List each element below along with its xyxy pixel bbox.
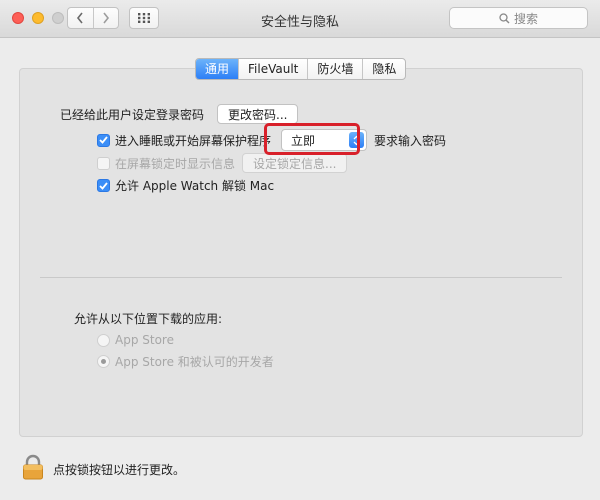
search-placeholder: 搜索 bbox=[513, 11, 538, 26]
apple-watch-label: 允许 Apple Watch 解锁 Mac bbox=[115, 179, 275, 193]
app-store-option[interactable]: App Store bbox=[97, 333, 174, 347]
tab-general[interactable]: 通用 bbox=[196, 59, 239, 79]
app-store-radio[interactable] bbox=[97, 333, 110, 347]
search-field[interactable]: 搜索 bbox=[449, 7, 588, 29]
require-password-label: 进入睡眠或开始屏幕保护程序 bbox=[115, 133, 272, 148]
change-password-button[interactable]: 更改密码... bbox=[217, 104, 299, 124]
show-message-label: 在屏幕锁定时显示信息 bbox=[115, 156, 236, 171]
show-message-checkbox[interactable] bbox=[97, 156, 110, 170]
password-label: 已经给此用户设定登录密码 bbox=[60, 107, 205, 122]
checkmark-icon bbox=[99, 136, 108, 144]
require-password-suffix: 要求输入密码 bbox=[374, 133, 447, 148]
apple-watch-checkbox[interactable] bbox=[97, 179, 110, 192]
title-bar: 安全性与隐私 搜索 bbox=[0, 0, 600, 38]
tab-privacy[interactable]: 隐私 bbox=[362, 59, 405, 79]
section-divider bbox=[40, 277, 562, 278]
require-password-checkbox[interactable] bbox=[97, 133, 110, 147]
tab-bar: 通用 FileVault 防火墙 隐私 bbox=[195, 58, 407, 80]
show-message-row: 在屏幕锁定时显示信息 设定锁定信息... bbox=[97, 153, 348, 173]
app-store-developers-radio[interactable] bbox=[97, 355, 110, 368]
lock-hint-text: 点按锁按钮以进行更改。 bbox=[53, 463, 186, 477]
app-store-developers-option[interactable]: App Store 和被认可的开发者 bbox=[97, 353, 274, 370]
app-store-developers-label: App Store 和被认可的开发者 bbox=[115, 355, 274, 369]
set-lock-message-button[interactable]: 设定锁定信息... bbox=[242, 153, 348, 173]
search-icon bbox=[499, 12, 510, 23]
lock-icon bbox=[23, 454, 43, 480]
lock-button[interactable] bbox=[22, 454, 44, 483]
tab-filevault[interactable]: FileVault bbox=[238, 59, 307, 79]
downloads-heading: 允许从以下位置下载的应用: bbox=[74, 312, 223, 326]
app-store-label: App Store bbox=[115, 333, 174, 347]
highlight-box bbox=[264, 123, 360, 155]
checkmark-icon bbox=[99, 181, 108, 190]
apple-watch-row: 允许 Apple Watch 解锁 Mac bbox=[97, 177, 274, 194]
password-row: 已经给此用户设定登录密码 更改密码... bbox=[60, 104, 299, 124]
tab-firewall[interactable]: 防火墙 bbox=[307, 59, 362, 79]
